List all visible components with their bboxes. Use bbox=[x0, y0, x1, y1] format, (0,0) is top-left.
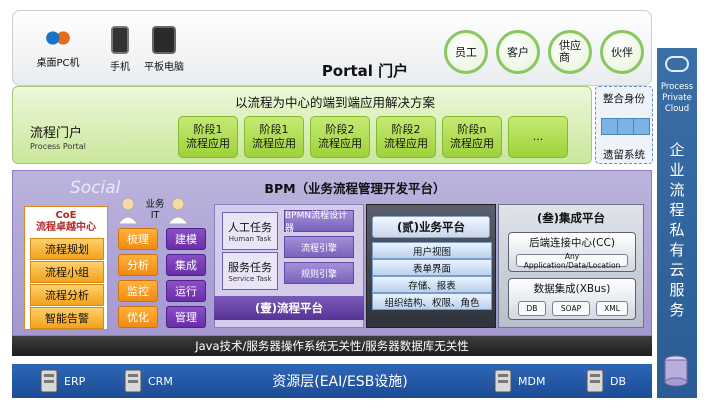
xbus-item: XML bbox=[596, 301, 628, 316]
phase-box: 阶段2 流程应用 bbox=[310, 116, 370, 158]
business-platform-item: 表单界面 bbox=[372, 259, 492, 276]
server-icon bbox=[40, 369, 58, 393]
resource-db: DB bbox=[586, 368, 626, 394]
it-item: 管理 bbox=[166, 306, 206, 328]
phase-box: 阶段1 流程应用 bbox=[244, 116, 304, 158]
business-platform-item: 组织结构、权限、角色 bbox=[372, 293, 492, 310]
phase-box-more: ... bbox=[508, 116, 568, 158]
phase-box: 阶段n 流程应用 bbox=[442, 116, 502, 158]
browser-icons-icon bbox=[45, 26, 71, 50]
cloud-zh-label: 企业流 程私有 云服务 bbox=[669, 141, 685, 319]
resource-erp: ERP bbox=[40, 368, 85, 394]
human-task-box: 人工任务 Human Task bbox=[222, 212, 278, 250]
business-it-label: 业务 IT bbox=[145, 199, 165, 221]
phase-box: 阶段1 流程应用 bbox=[178, 116, 238, 158]
business-item: 监控 bbox=[118, 280, 158, 302]
server-icon bbox=[494, 369, 512, 393]
rules-engine: 规则引擎 bbox=[284, 262, 354, 284]
tablet-icon bbox=[152, 26, 176, 54]
cloud-icon bbox=[665, 56, 689, 72]
identity-square bbox=[633, 118, 650, 135]
xbus-item: SOAP bbox=[552, 301, 590, 316]
resource-crm: CRM bbox=[124, 368, 173, 394]
xbus-item: DB bbox=[518, 301, 546, 316]
process-subtitle: 以流程为中心的端到端应用解决方案 bbox=[234, 94, 435, 110]
process-platform-label: (壹)流程平台 bbox=[214, 296, 364, 320]
resource-mdm: MDM bbox=[494, 368, 545, 394]
bpmn-designer: BPMN流程设计器 bbox=[284, 210, 354, 234]
java-band: Java技术/服务器操作系统无关性/服务器数据库无关性 bbox=[12, 336, 652, 356]
process-portal-en: Process Portal bbox=[30, 142, 86, 151]
server-icon bbox=[124, 369, 142, 393]
device-tablet: 平板电脑 bbox=[124, 26, 204, 74]
device-label: 桌面PC机 bbox=[36, 58, 80, 69]
xbus-title: 数据集成(XBus) bbox=[533, 282, 611, 295]
process-portal-label: 流程门户 Process Portal bbox=[30, 122, 180, 158]
it-item: 运行 bbox=[166, 280, 206, 302]
business-platform-item: 用户视图 bbox=[372, 242, 492, 259]
coe-item: 流程小组 bbox=[30, 261, 104, 283]
it-item: 集成 bbox=[166, 254, 206, 276]
identity-square bbox=[601, 118, 618, 135]
business-item: 分析 bbox=[118, 254, 158, 276]
business-item: 优化 bbox=[118, 306, 158, 328]
identity-title: 整合身份 bbox=[603, 92, 645, 105]
connection-center-sub: Any Application/Data/Location bbox=[516, 252, 628, 270]
portal-title: Portal 门户 bbox=[321, 61, 409, 80]
role-partner: 伙伴 bbox=[600, 30, 644, 74]
coe-item: 智能告警 bbox=[30, 307, 104, 329]
connection-center-title: 后端连接中心(CC) bbox=[529, 236, 615, 249]
phase-box: 阶段2 流程应用 bbox=[376, 116, 436, 158]
bpm-title: BPM（业务流程管理开发平台） bbox=[264, 180, 446, 196]
business-platform-item: 存储、报表 bbox=[372, 276, 492, 293]
process-portal-zh: 流程门户 bbox=[30, 126, 83, 141]
service-task-box: 服务任务 Service Task bbox=[222, 252, 278, 290]
legacy-systems-label: 遗留系统 bbox=[603, 148, 645, 161]
coe-item: 流程分析 bbox=[30, 284, 104, 306]
process-engine: 流程引擎 bbox=[284, 236, 354, 258]
coe-title: CoE 流程卓越中心 bbox=[36, 210, 96, 233]
role-customer: 客户 bbox=[496, 30, 540, 74]
server-icon bbox=[586, 369, 604, 393]
resource-title: 资源层(EAI/ESB设施) bbox=[272, 374, 408, 390]
cloud-en-label: Process Private Cloud bbox=[660, 81, 694, 114]
role-supplier: 供应 商 bbox=[548, 30, 592, 74]
identity-square bbox=[617, 118, 634, 135]
business-platform-title: (贰)业务平台 bbox=[372, 216, 490, 238]
business-item: 梳理 bbox=[118, 228, 158, 250]
device-label: 平板电脑 bbox=[144, 62, 184, 73]
it-item: 建模 bbox=[166, 228, 206, 250]
integration-title: (叁)集成平台 bbox=[536, 211, 605, 225]
coe-item: 流程规划 bbox=[30, 238, 104, 260]
role-employee: 员工 bbox=[444, 30, 488, 74]
database-icon bbox=[664, 355, 688, 387]
